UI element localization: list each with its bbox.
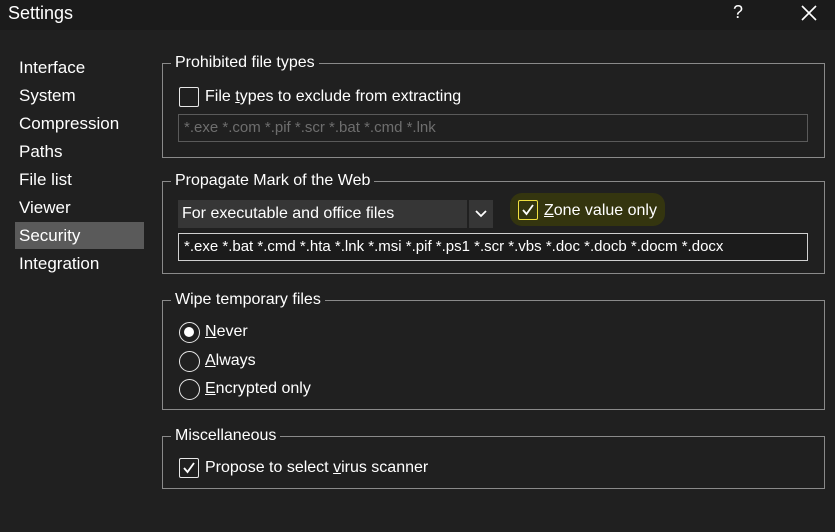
radio-dot <box>184 327 194 337</box>
help-button[interactable]: ? <box>733 2 743 23</box>
encrypted-only-radio[interactable] <box>179 379 200 400</box>
encrypted-only-label[interactable]: Encrypted only <box>205 379 311 399</box>
sidebar-item-integration[interactable]: Integration <box>15 250 144 277</box>
prohibited-file-types-group: Prohibited file types <box>162 53 825 158</box>
sidebar-item-system[interactable]: System <box>15 82 144 109</box>
sidebar-item-interface[interactable]: Interface <box>15 54 144 81</box>
window-title: Settings <box>8 3 74 23</box>
virus-scanner-checkbox[interactable] <box>179 458 199 478</box>
group-legend: Prohibited file types <box>171 53 319 73</box>
group-legend: Wipe temporary files <box>171 290 325 310</box>
group-legend: Miscellaneous <box>171 426 281 446</box>
exclude-file-types-checkbox[interactable] <box>179 87 199 107</box>
sidebar-item-viewer[interactable]: Viewer <box>15 194 144 221</box>
never-radio[interactable] <box>179 322 200 343</box>
sidebar-item-compression[interactable]: Compression <box>15 110 144 137</box>
virus-scanner-label[interactable]: Propose to select virus scanner <box>205 458 428 478</box>
sidebar-item-file-list[interactable]: File list <box>15 166 144 193</box>
checkmark-icon <box>183 462 195 474</box>
chevron-down-icon[interactable] <box>469 200 493 228</box>
motw-types-field[interactable]: *.exe *.bat *.cmd *.hta *.lnk *.msi *.pi… <box>178 233 808 261</box>
zone-value-checkbox[interactable] <box>518 200 538 220</box>
exclude-file-types-label[interactable]: File types to exclude from extracting <box>205 87 461 107</box>
never-label[interactable]: Never <box>205 322 248 342</box>
sidebar-item-security[interactable]: Security <box>15 222 144 249</box>
sidebar-item-paths[interactable]: Paths <box>15 138 144 165</box>
excluded-types-field[interactable]: *.exe *.com *.pif *.scr *.bat *.cmd *.ln… <box>178 114 808 142</box>
close-icon[interactable] <box>798 2 820 24</box>
checkmark-icon <box>522 204 534 216</box>
title-bar: Settings ? <box>0 0 835 30</box>
always-label[interactable]: Always <box>205 351 256 371</box>
zone-value-label[interactable]: Zone value only <box>544 201 657 221</box>
always-radio[interactable] <box>179 351 200 372</box>
propagate-mode-dropdown[interactable]: For executable and office files <box>178 200 467 228</box>
group-legend: Propagate Mark of the Web <box>171 171 375 191</box>
